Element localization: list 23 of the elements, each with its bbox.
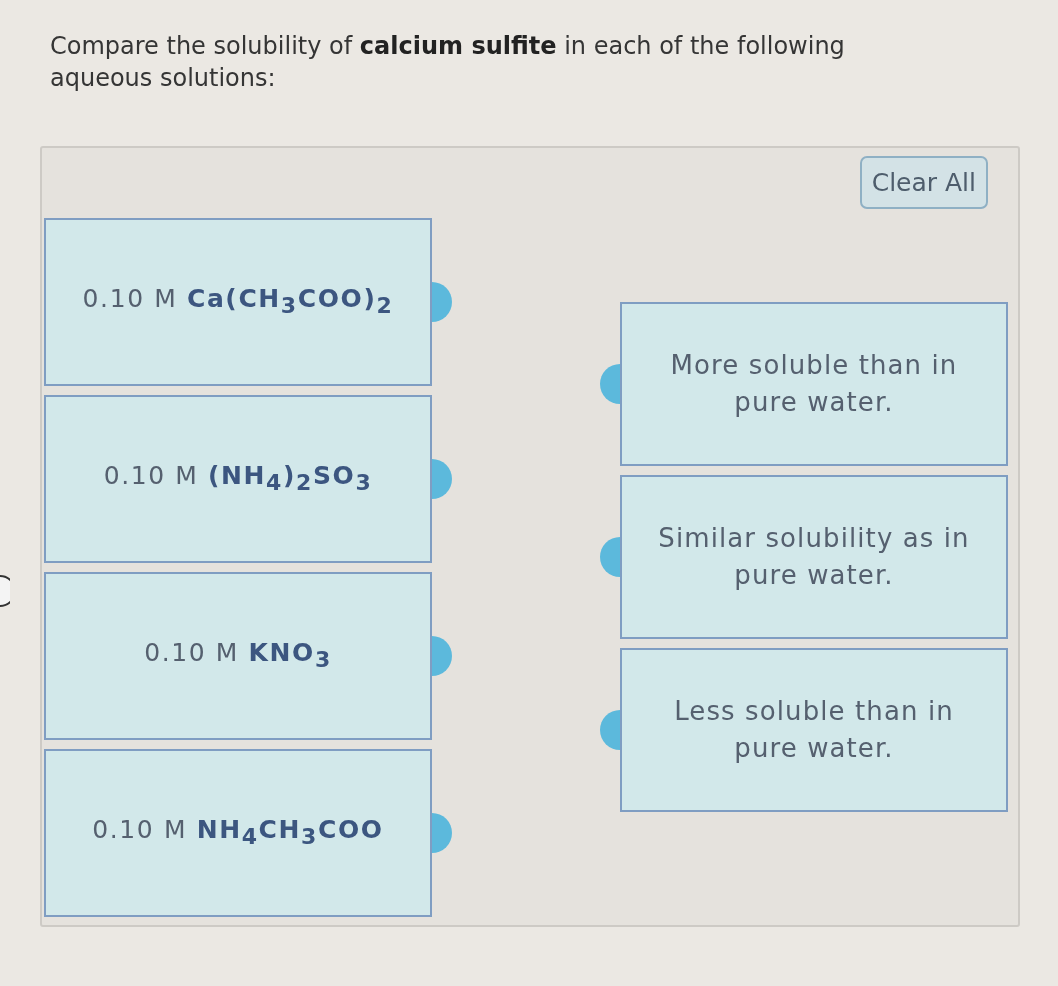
- semicircle-handle-icon[interactable]: [432, 636, 453, 676]
- solution-card[interactable]: 0.10 M KNO$_{3}$: [44, 572, 432, 740]
- semicircle-handle-icon[interactable]: [432, 282, 453, 322]
- semicircle-handle-icon[interactable]: [432, 459, 453, 499]
- category-card[interactable]: More soluble than in pure water.: [620, 302, 1008, 466]
- category-label: Less soluble than in pure water.: [673, 695, 955, 765]
- semicircle-handle-icon[interactable]: [599, 710, 620, 750]
- solution-card[interactable]: 0.10 M Ca(CH$_{3}$COO)$_{2}$: [44, 218, 432, 386]
- solution-label: 0.10 M NH$_{4}$CH$_{3}$COO: [92, 813, 384, 851]
- semicircle-handle-icon[interactable]: [432, 813, 453, 853]
- semicircle-handle-icon[interactable]: [599, 364, 620, 404]
- semicircle-handle-icon[interactable]: [599, 537, 620, 577]
- solution-card[interactable]: 0.10 M NH$_{4}$CH$_{3}$COO: [44, 749, 432, 917]
- clear-all-button[interactable]: Clear All: [859, 156, 988, 209]
- category-card[interactable]: Less soluble than in pure water.: [620, 648, 1008, 812]
- category-label: More soluble than in pure water.: [669, 349, 959, 419]
- solution-label: 0.10 M Ca(CH$_{3}$COO)$_{2}$: [82, 282, 394, 320]
- solution-label: 0.10 M KNO$_{3}$: [144, 636, 332, 674]
- solution-label: 0.10 M (NH$_{4}$)$_{2}$SO$_{3}$: [103, 459, 373, 497]
- category-card[interactable]: Similar solubility as in pure water.: [620, 475, 1008, 639]
- solution-card[interactable]: 0.10 M (NH$_{4}$)$_{2}$SO$_{3}$: [44, 395, 432, 563]
- category-label: Similar solubility as in pure water.: [658, 522, 970, 592]
- question-text: Compare the solubility of calcium sulfite in each of the following aqueous solutions:: [50, 31, 846, 94]
